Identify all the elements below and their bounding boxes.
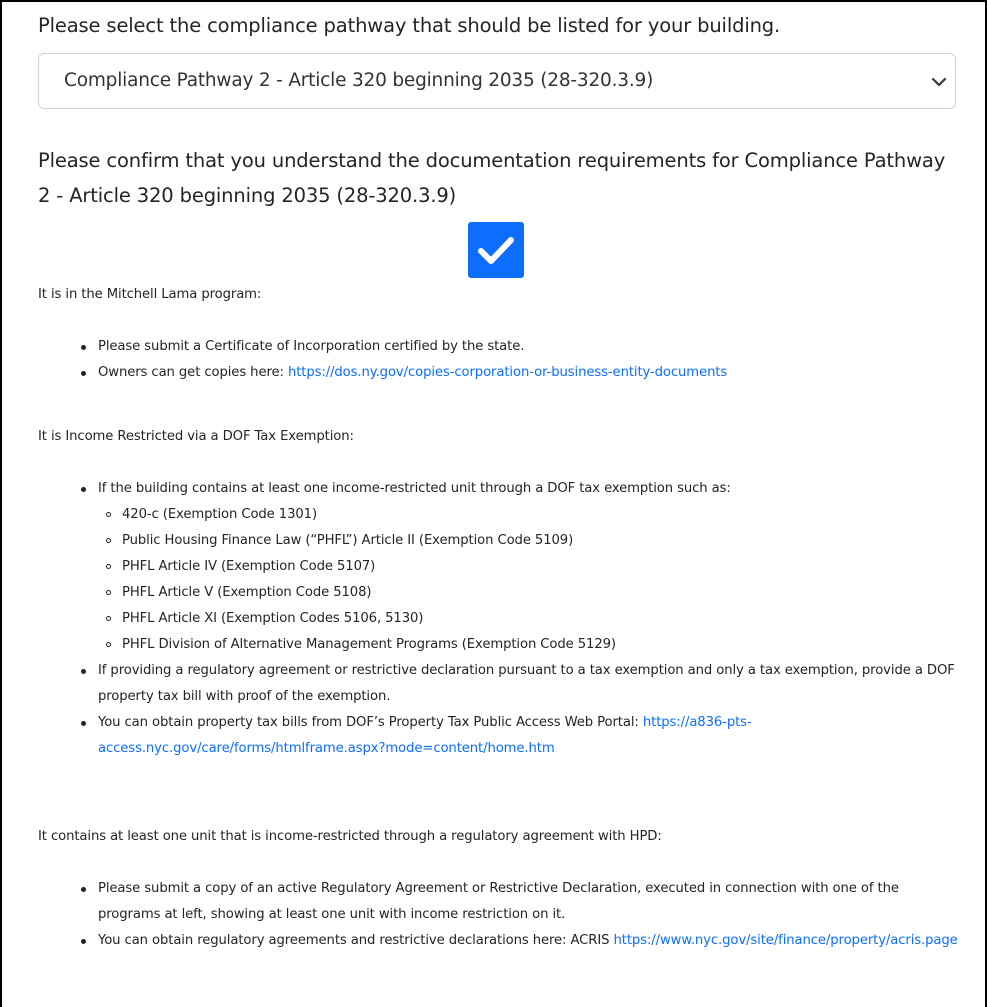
confirm-question: Please confirm that you understand the d… xyxy=(38,149,946,207)
mitchell-lama-section: It is in the Mitchell Lama program: Plea… xyxy=(38,282,958,386)
list-item-text: Please submit a Certificate of Incorpora… xyxy=(98,339,525,354)
mitchell-lama-list: Please submit a Certificate of Incorpora… xyxy=(38,334,958,386)
exemption-sublist: 420-c (Exemption Code 1301) Public Housi… xyxy=(98,502,958,658)
list-item-text: If the building contains at least one in… xyxy=(98,481,731,496)
list-item: If the building contains at least one in… xyxy=(38,476,958,658)
compliance-pathway-select[interactable]: Compliance Pathway 2 - Article 320 begin… xyxy=(38,53,956,109)
list-item-text: Please submit a copy of an active Regula… xyxy=(98,881,899,922)
list-item: Please submit a copy of an active Regula… xyxy=(38,876,958,928)
hpd-heading: It contains at least one unit that is in… xyxy=(38,829,662,844)
dos-copies-link[interactable]: https://dos.ny.gov/copies-corporation-or… xyxy=(288,365,727,380)
list-item: Owners can get copies here: https://dos.… xyxy=(38,360,958,386)
mitchell-lama-heading: It is in the Mitchell Lama program: xyxy=(38,287,262,302)
list-item-text: You can obtain property tax bills from D… xyxy=(98,715,643,730)
list-item-text: Owners can get copies here: xyxy=(98,365,288,380)
sublist-item: PHFL Article V (Exemption Code 5108) xyxy=(98,580,958,606)
acris-link[interactable]: https://www.nyc.gov/site/finance/propert… xyxy=(614,933,958,948)
pathway-question: Please select the compliance pathway tha… xyxy=(38,14,781,37)
list-item: Please submit a Certificate of Incorpora… xyxy=(38,334,958,360)
list-item-text: If providing a regulatory agreement or r… xyxy=(98,663,955,704)
sublist-item: 420-c (Exemption Code 1301) xyxy=(98,502,958,528)
confirm-checkbox[interactable] xyxy=(468,222,524,278)
dof-tax-list: If the building contains at least one in… xyxy=(38,476,958,762)
dof-tax-section: It is Income Restricted via a DOF Tax Ex… xyxy=(38,424,958,762)
hpd-list: Please submit a copy of an active Regula… xyxy=(38,876,958,954)
checkmark-icon xyxy=(478,237,514,264)
sublist-item: Public Housing Finance Law (“PHFL”) Arti… xyxy=(98,528,958,554)
chevron-down-icon xyxy=(931,77,947,87)
list-item: If providing a regulatory agreement or r… xyxy=(38,658,958,710)
sublist-item: PHFL Article IV (Exemption Code 5107) xyxy=(98,554,958,580)
list-item: You can obtain property tax bills from D… xyxy=(38,710,958,762)
selected-pathway-value: Compliance Pathway 2 - Article 320 begin… xyxy=(64,70,654,91)
list-item: You can obtain regulatory agreements and… xyxy=(38,928,958,954)
sublist-item: PHFL Article XI (Exemption Codes 5106, 5… xyxy=(98,606,958,632)
dof-tax-heading: It is Income Restricted via a DOF Tax Ex… xyxy=(38,429,354,444)
sublist-item: PHFL Division of Alternative Management … xyxy=(98,632,958,658)
list-item-text: You can obtain regulatory agreements and… xyxy=(98,933,614,948)
hpd-section: It contains at least one unit that is in… xyxy=(38,824,958,954)
